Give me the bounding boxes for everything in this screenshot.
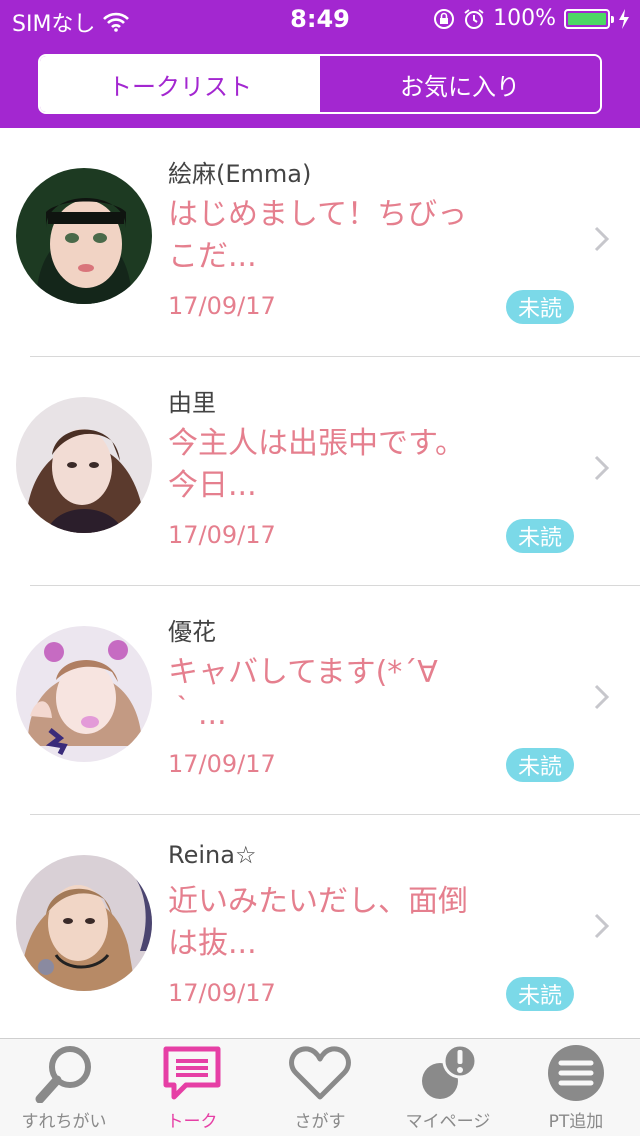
tab-label: PT追加: [548, 1112, 604, 1132]
tab-label: すれちがい: [21, 1112, 107, 1132]
conversation-item[interactable]: 絵麻(Emma) はじめまして！ちびっこだ... 17/09/17 未読: [0, 128, 640, 357]
contact-name: 優花: [168, 618, 216, 646]
conversation-list: 絵麻(Emma) はじめまして！ちびっこだ... 17/09/17 未読 由里 …: [0, 128, 640, 1044]
message-preview: 近いみたいだし、面倒は抜...: [168, 884, 468, 961]
chevron-right-icon: [594, 684, 610, 710]
heart-icon: [289, 1046, 351, 1100]
tab-talk-list[interactable]: トークリスト: [40, 56, 320, 112]
message-preview: キャバしてます(*´∀｀...: [168, 655, 438, 732]
tab-bar: すれちがい トーク さがす マイページ PT追加: [0, 1038, 640, 1136]
contact-name: 由里: [168, 389, 216, 417]
conversation-item[interactable]: 由里 今主人は出張中です。今日... 17/09/17 未読: [0, 357, 640, 586]
segmented-control: トークリスト お気に入り: [38, 54, 602, 114]
magnifier-icon: [35, 1046, 91, 1103]
alarm-icon: [464, 8, 484, 29]
unread-badge: 未読: [506, 748, 574, 782]
message-date: 17/09/17: [168, 521, 276, 549]
tab-talk[interactable]: トーク: [128, 1039, 256, 1136]
message-preview: 今主人は出張中です。今日...: [168, 426, 465, 503]
chevron-right-icon: [594, 913, 610, 939]
message-date: 17/09/17: [168, 292, 276, 320]
chevron-right-icon: [594, 226, 610, 252]
chevron-right-icon: [594, 455, 610, 481]
charging-icon: [619, 8, 629, 29]
tab-label: さがす: [294, 1112, 346, 1132]
message-preview: はじめまして！ちびっこだ...: [168, 197, 468, 274]
tab-surechigai[interactable]: すれちがい: [0, 1039, 128, 1136]
menu-icon: [548, 1045, 604, 1101]
avatar: [16, 168, 152, 304]
tab-pt-add[interactable]: PT追加: [512, 1039, 640, 1136]
message-date: 17/09/17: [168, 750, 276, 778]
tab-mypage[interactable]: マイページ: [384, 1039, 512, 1136]
avatar: [16, 397, 152, 533]
battery-icon: [564, 8, 614, 29]
message-date: 17/09/17: [168, 979, 276, 1007]
profile-alert-icon: [422, 1043, 478, 1099]
tab-search[interactable]: さがす: [256, 1039, 384, 1136]
avatar: [16, 626, 152, 762]
avatar: [16, 855, 152, 991]
status-bar: SIMなし 8:49 100%: [0, 0, 640, 40]
unread-badge: 未読: [506, 290, 574, 324]
carrier-label: SIMなし: [12, 12, 96, 37]
rotation-lock-icon: [434, 8, 455, 29]
wifi-icon: [103, 12, 130, 32]
contact-name: Reina☆: [168, 841, 257, 869]
tab-favorites[interactable]: お気に入り: [320, 56, 600, 112]
header: SIMなし 8:49 100% トークリスト お気に入り: [0, 0, 640, 128]
battery-percent: 100%: [493, 6, 556, 31]
chat-icon: [163, 1046, 221, 1100]
unread-badge: 未読: [506, 977, 574, 1011]
tab-label: マイページ: [405, 1112, 491, 1132]
contact-name: 絵麻(Emma): [168, 160, 312, 188]
unread-badge: 未読: [506, 519, 574, 553]
tab-label: トーク: [166, 1112, 218, 1132]
conversation-item[interactable]: Reina☆ 近いみたいだし、面倒は抜... 17/09/17 未読: [0, 815, 640, 1044]
conversation-item[interactable]: 優花 キャバしてます(*´∀｀... 17/09/17 未読: [0, 586, 640, 815]
